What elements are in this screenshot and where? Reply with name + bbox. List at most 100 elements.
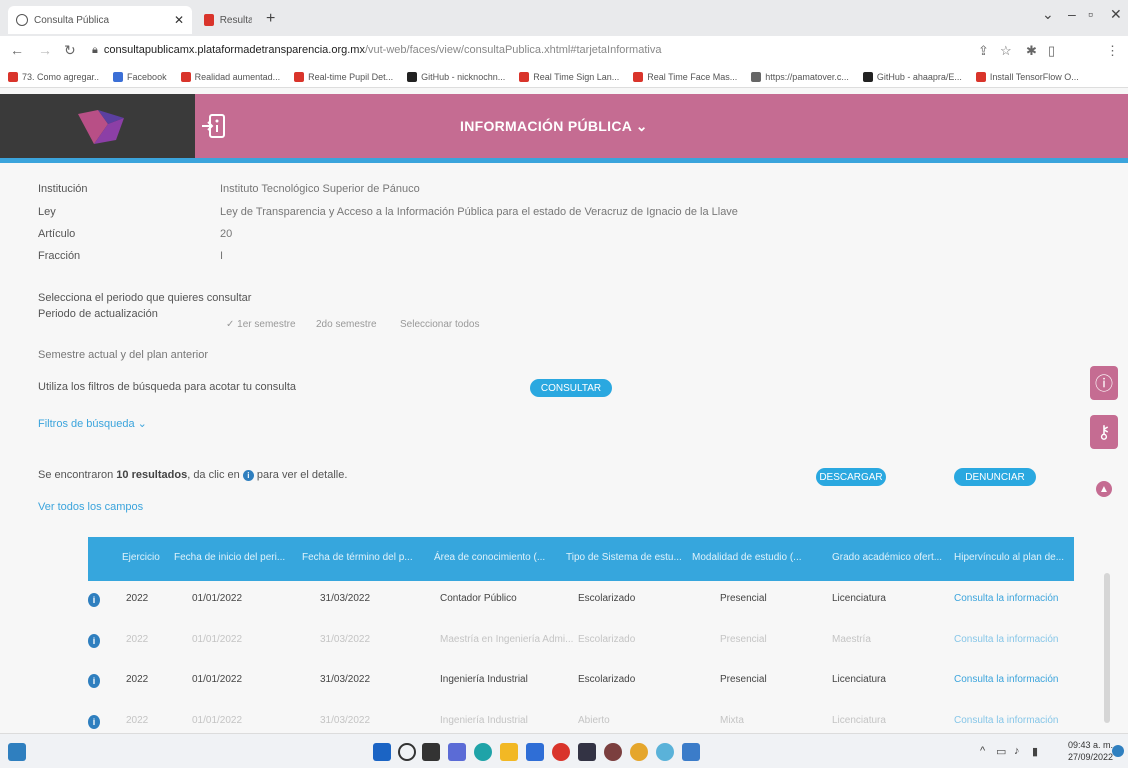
- column-header[interactable]: Modalidad de estudio (...: [692, 552, 802, 563]
- info-icon[interactable]: i: [88, 715, 100, 729]
- table-cell: 2022: [126, 593, 149, 604]
- view-all-fields-link[interactable]: Ver todos los campos: [38, 501, 143, 513]
- table-cell: Maestría: [832, 634, 871, 645]
- period-option-all[interactable]: Seleccionar todos: [400, 319, 480, 330]
- consult-button[interactable]: CONSULTAR: [530, 379, 612, 397]
- bookmark-item[interactable]: Facebook: [113, 71, 167, 82]
- table-scrollbar[interactable]: [1104, 573, 1110, 723]
- period-option-second[interactable]: 2do semestre: [316, 319, 377, 330]
- info-icon[interactable]: i: [88, 593, 100, 607]
- consult-info-link[interactable]: Consulta la información: [954, 593, 1059, 604]
- results-summary: Se encontraron 10 resultados, da clic en…: [38, 469, 348, 481]
- results-count: 10 resultados: [116, 469, 188, 481]
- bookmark-item[interactable]: https://pamatover.c...: [751, 71, 849, 82]
- share-icon[interactable]: ⇪: [978, 43, 989, 59]
- chat-icon[interactable]: [448, 743, 466, 761]
- column-header[interactable]: Hipervínculo al plan de...: [954, 552, 1064, 563]
- opera-icon[interactable]: [552, 743, 570, 761]
- table-row: i 2022 01/01/2022 31/03/2022 Contador Públic…: [88, 591, 1074, 631]
- vscode-icon[interactable]: [656, 743, 674, 761]
- clock-date: 27/09/2022: [1068, 752, 1114, 762]
- article-value: 20: [220, 228, 233, 240]
- tab-search-chevron-icon[interactable]: ⌄: [1042, 6, 1054, 23]
- app-icon[interactable]: [604, 743, 622, 761]
- url-path: /vut-web/faces/view/consultaPublica.xhtm…: [364, 44, 662, 56]
- period-option-first[interactable]: ✓ 1er semestre: [226, 319, 296, 330]
- table-cell: Abierto: [578, 715, 610, 726]
- bookmark-item[interactable]: Realidad aumentad...: [180, 71, 280, 82]
- chrome-icon[interactable]: [630, 743, 648, 761]
- star-icon[interactable]: ☆: [1000, 43, 1012, 59]
- login-icon[interactable]: [200, 112, 228, 140]
- alert-icon[interactable]: ⓘ: [1090, 366, 1118, 400]
- checkbox-checked-icon[interactable]: ✓: [226, 319, 234, 330]
- consult-info-link[interactable]: Consulta la información: [954, 674, 1059, 685]
- file-explorer-icon[interactable]: [500, 743, 518, 761]
- new-tab-icon[interactable]: +: [266, 10, 275, 28]
- table-cell: Ingeniería Industrial: [440, 715, 528, 726]
- menu-icon[interactable]: ⋮: [1106, 43, 1119, 59]
- bookmark-item[interactable]: 73. Como agregar..: [8, 71, 99, 82]
- extensions-icon[interactable]: ✱: [1026, 43, 1037, 59]
- column-header[interactable]: Grado académico ofert...: [832, 552, 942, 563]
- bookmark-item[interactable]: GitHub - nicknochn...: [407, 71, 506, 82]
- start-icon[interactable]: [373, 743, 391, 761]
- information-menu[interactable]: INFORMACIÓN PÚBLICA ⌄: [460, 118, 648, 135]
- key-icon[interactable]: ⚷: [1090, 415, 1118, 449]
- consult-info-link[interactable]: Consulta la información: [954, 634, 1059, 645]
- tab-resultados[interactable]: Resultados de búsqueda - hecto: [196, 6, 260, 34]
- edge-icon[interactable]: [474, 743, 492, 761]
- task-view-icon[interactable]: [422, 743, 440, 761]
- minimize-icon[interactable]: –: [1068, 6, 1076, 22]
- column-header[interactable]: Área de conocimiento (...: [434, 552, 545, 563]
- institution-value: Instituto Tecnológico Superior de Pánuco: [220, 183, 420, 195]
- consult-info-link[interactable]: Consulta la información: [954, 715, 1059, 726]
- search-icon[interactable]: [398, 743, 416, 761]
- column-header[interactable]: Tipo de Sistema de estu...: [566, 552, 682, 563]
- info-icon[interactable]: i: [88, 674, 100, 688]
- column-header[interactable]: Fecha de inicio del peri...: [174, 552, 285, 563]
- reload-icon[interactable]: ↻: [64, 42, 76, 59]
- volume-icon[interactable]: ♪: [1014, 745, 1020, 757]
- maximize-icon[interactable]: ▫: [1088, 6, 1093, 22]
- url-host: consultapublicamx.plataformadetransparen…: [103, 44, 365, 56]
- network-icon[interactable]: ▭: [996, 745, 1006, 758]
- table-cell: 01/01/2022: [192, 634, 243, 645]
- bookmark-item[interactable]: GitHub - ahaapra/E...: [862, 71, 962, 82]
- search-filters-toggle[interactable]: Filtros de búsqueda ⌄: [38, 417, 147, 430]
- column-header[interactable]: Ejercicio: [122, 552, 160, 563]
- table-cell: 2022: [126, 634, 149, 645]
- column-header[interactable]: Fecha de término del p...: [302, 552, 413, 563]
- window-close-icon[interactable]: ✕: [1110, 6, 1122, 23]
- info-icon[interactable]: i: [88, 634, 100, 648]
- close-icon[interactable]: ✕: [174, 13, 184, 27]
- sidebar-icon[interactable]: ▯: [1048, 43, 1055, 59]
- table-row: i 2022 01/01/2022 31/03/2022 Ingeniería Indu…: [88, 672, 1074, 712]
- bookmark-icon: [180, 71, 191, 82]
- tab-consulta-publica[interactable]: Consulta Pública ✕: [8, 6, 192, 34]
- mail-icon[interactable]: [526, 743, 544, 761]
- bookmark-label: GitHub - nicknochn...: [421, 71, 506, 82]
- bookmark-item[interactable]: Real Time Face Mas...: [633, 71, 737, 82]
- bookmark-item[interactable]: Real Time Sign Lan...: [519, 71, 619, 82]
- url-field[interactable]: 🔒︎ consultapublicamx.plataformadetranspar…: [92, 44, 661, 57]
- photos-icon[interactable]: [682, 743, 700, 761]
- notifications-icon[interactable]: [1112, 745, 1124, 757]
- tray-chevron-icon[interactable]: ^: [980, 745, 985, 757]
- report-button[interactable]: DENUNCIAR: [954, 468, 1036, 486]
- widgets-icon[interactable]: [8, 743, 26, 761]
- table-cell: Presencial: [720, 674, 767, 685]
- bookmark-item[interactable]: Real-time Pupil Det...: [294, 71, 393, 82]
- table-cell: 01/01/2022: [192, 715, 243, 726]
- browser-tab-bar: Consulta Pública ✕ Resultados de búsqued…: [0, 0, 1128, 36]
- taskbar: ^ ▭ ♪ ▮ 09:43 a. m. 27/09/2022: [0, 733, 1128, 768]
- system-clock[interactable]: 09:43 a. m. 27/09/2022: [1068, 739, 1113, 763]
- store-icon[interactable]: [578, 743, 596, 761]
- scroll-up-icon[interactable]: ▲: [1096, 481, 1112, 497]
- battery-icon[interactable]: ▮: [1032, 745, 1038, 758]
- table-cell: 31/03/2022: [320, 593, 371, 604]
- back-icon[interactable]: ←: [10, 42, 24, 58]
- bookmark-item[interactable]: Install TensorFlow O...: [975, 71, 1079, 82]
- download-button[interactable]: DESCARGAR: [816, 468, 886, 486]
- forward-icon[interactable]: →: [38, 42, 52, 58]
